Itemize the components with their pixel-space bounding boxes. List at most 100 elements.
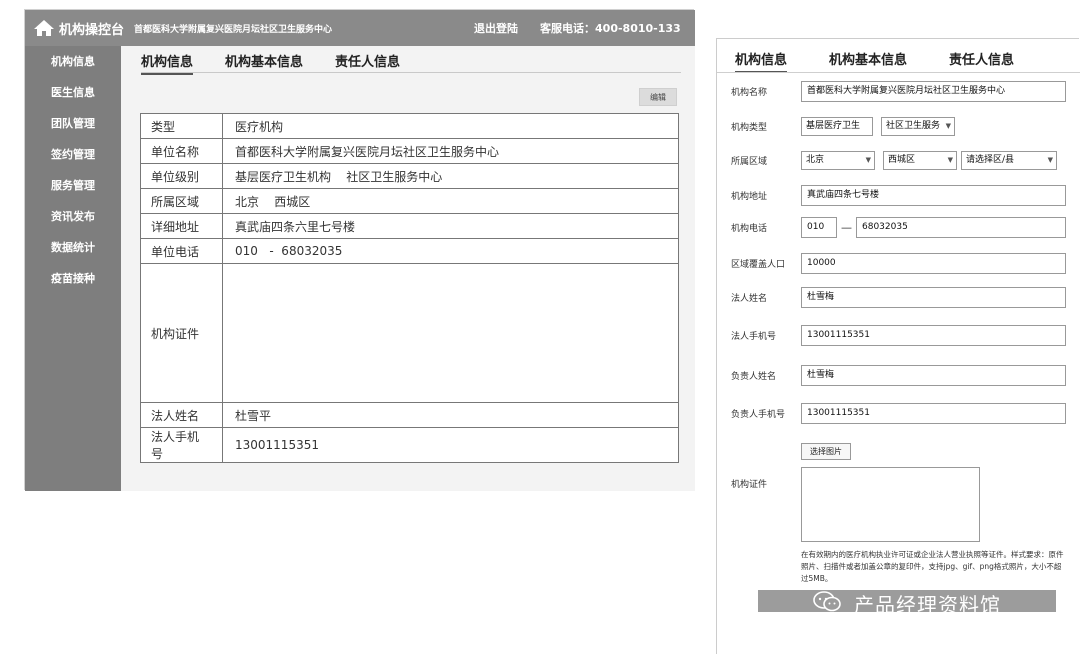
legal-name-value: 杜雪平 bbox=[222, 402, 679, 428]
phone-label: 单位电话 bbox=[140, 238, 223, 264]
phone-dash: — bbox=[841, 221, 852, 234]
tab-bar: 机构信息 机构基本信息 责任人信息 bbox=[735, 49, 1056, 73]
address-value: 真武庙四条六里七号楼 bbox=[222, 213, 679, 239]
type-label: 机构类型 bbox=[731, 123, 768, 133]
district-value: 西城区 bbox=[888, 155, 916, 165]
legal-name-input[interactable]: 杜雪梅 bbox=[801, 287, 1066, 308]
chevron-down-icon: ▼ bbox=[1047, 156, 1053, 164]
home-icon[interactable] bbox=[33, 19, 55, 37]
certificate-upload-area[interactable] bbox=[801, 467, 980, 542]
table-row: 单位电话 010 - 68032035 bbox=[140, 238, 679, 264]
type-select-primary-value: 基层医疗卫生 bbox=[806, 121, 861, 131]
edit-form-panel: 机构信息 机构基本信息 责任人信息 机构名称 首都医科大学附属复兴医院月坛社区卫… bbox=[716, 38, 1080, 654]
form-row-address: 机构地址 真武庙四条七号楼 bbox=[731, 185, 1066, 206]
tab-divider bbox=[717, 72, 1080, 73]
table-row: 类型 医疗机构 bbox=[140, 113, 679, 139]
type-select-secondary[interactable]: 社区卫生服务 ▼ bbox=[881, 117, 955, 136]
table-row: 单位级别 基层医疗卫生机构 社区卫生服务中心 bbox=[140, 163, 679, 189]
address-label: 机构地址 bbox=[731, 192, 768, 202]
chevron-down-icon: ▼ bbox=[945, 122, 951, 130]
main-content: 机构信息 机构基本信息 责任人信息 编辑 类型 医疗机构 单位名称 首都医科大学… bbox=[121, 46, 695, 491]
chevron-down-icon: ▼ bbox=[947, 156, 953, 164]
county-placeholder: 请选择区/县 bbox=[966, 155, 1015, 165]
edit-button[interactable]: 编辑 bbox=[639, 88, 677, 106]
form-row-legal-phone: 法人手机号 13001115351 bbox=[731, 325, 1066, 346]
owner-name-input[interactable]: 杜雪梅 bbox=[801, 365, 1066, 386]
type-select-primary[interactable]: 基层医疗卫生 bbox=[801, 117, 873, 136]
phone-label: 机构电话 bbox=[731, 224, 768, 234]
county-select[interactable]: 请选择区/县 ▼ bbox=[961, 151, 1057, 170]
info-table: 类型 医疗机构 单位名称 首都医科大学附属复兴医院月坛社区卫生服务中心 单位级别… bbox=[140, 113, 679, 463]
name-input[interactable]: 首都医科大学附属复兴医院月坛社区卫生服务中心 bbox=[801, 81, 1066, 102]
form-row-legal-name: 法人姓名 杜雪梅 bbox=[731, 287, 1066, 308]
choose-image-button[interactable]: 选择图片 bbox=[801, 443, 851, 460]
hotline-text: 客服电话：400-8010-133 bbox=[540, 22, 681, 35]
province-value: 北京 bbox=[806, 155, 825, 165]
sidebar-item-contract-management[interactable]: 签约管理 bbox=[25, 139, 121, 170]
table-row: 法人姓名 杜雪平 bbox=[140, 402, 679, 428]
area-code-input[interactable]: 010 bbox=[801, 217, 837, 238]
sidebar-item-team-management[interactable]: 团队管理 bbox=[25, 108, 121, 139]
population-label: 区域覆盖人口 bbox=[731, 260, 786, 270]
legal-phone-input[interactable]: 13001115351 bbox=[801, 325, 1066, 346]
form-row-population: 区域覆盖人口 10000 bbox=[731, 253, 1066, 274]
chevron-down-icon: ▼ bbox=[865, 156, 871, 164]
form-row-owner-name: 负责人姓名 杜雪梅 bbox=[731, 365, 1066, 386]
unit-level-value: 基层医疗卫生机构 社区卫生服务中心 bbox=[222, 163, 679, 189]
table-row: 法人手机号 13001115351 bbox=[140, 427, 679, 463]
owner-phone-input[interactable]: 13001115351 bbox=[801, 403, 1066, 424]
sidebar: 机构信息 医生信息 团队管理 签约管理 服务管理 资讯发布 数据统计 疫苗接种 bbox=[25, 46, 121, 491]
form-row-region: 所属区域 北京 ▼ 西城区 ▼ 请选择区/县 ▼ bbox=[731, 151, 1057, 170]
population-input[interactable]: 10000 bbox=[801, 253, 1066, 274]
legal-name-label: 法人姓名 bbox=[140, 402, 223, 428]
sidebar-item-service-management[interactable]: 服务管理 bbox=[25, 170, 121, 201]
unit-name-label: 单位名称 bbox=[140, 138, 223, 164]
type-select-secondary-value: 社区卫生服务 bbox=[886, 121, 941, 131]
legal-phone-label: 法人手机号 bbox=[731, 332, 777, 342]
type-label: 类型 bbox=[140, 113, 223, 139]
unit-name-value: 首都医科大学附属复兴医院月坛社区卫生服务中心 bbox=[222, 138, 679, 164]
table-row: 详细地址 真武庙四条六里七号楼 bbox=[140, 213, 679, 239]
form-row-phone: 机构电话 010 — 68032035 bbox=[731, 217, 1066, 238]
region-value: 北京 西城区 bbox=[222, 188, 679, 214]
display-panel: 机构操控台 首都医科大学附属复兴医院月坛社区卫生服务中心 退出登陆 客服电话：4… bbox=[24, 9, 695, 491]
province-select[interactable]: 北京 ▼ bbox=[801, 151, 875, 170]
form-row-type: 机构类型 基层医疗卫生 社区卫生服务 ▼ bbox=[731, 117, 955, 136]
top-bar: 机构操控台 首都医科大学附属复兴医院月坛社区卫生服务中心 退出登陆 客服电话：4… bbox=[25, 10, 695, 46]
legal-phone-label: 法人手机号 bbox=[140, 427, 223, 463]
watermark-text: 产品经理资料馆 bbox=[854, 593, 1001, 617]
tab-basic-info[interactable]: 机构基本信息 bbox=[829, 49, 907, 73]
certificate-value bbox=[222, 263, 679, 403]
sidebar-item-statistics[interactable]: 数据统计 bbox=[25, 232, 121, 263]
owner-name-label: 负责人姓名 bbox=[731, 372, 777, 382]
phone-number-input[interactable]: 68032035 bbox=[856, 217, 1066, 238]
legal-phone-value: 13001115351 bbox=[222, 427, 679, 463]
district-select[interactable]: 西城区 ▼ bbox=[883, 151, 957, 170]
certificate-label: 机构证件 bbox=[731, 480, 768, 490]
sidebar-item-institution-info[interactable]: 机构信息 bbox=[25, 46, 121, 77]
phone-value: 010 - 68032035 bbox=[222, 238, 679, 264]
table-row: 机构证件 bbox=[140, 263, 679, 403]
wechat-icon bbox=[813, 591, 841, 612]
region-label: 所属区域 bbox=[140, 188, 223, 214]
sidebar-item-doctor-info[interactable]: 医生信息 bbox=[25, 77, 121, 108]
address-input[interactable]: 真武庙四条七号楼 bbox=[801, 185, 1066, 206]
watermark-banner: 产品经理资料馆 bbox=[758, 590, 1056, 617]
table-row: 所属区域 北京 西城区 bbox=[140, 188, 679, 214]
certificate-note: 在有效期内的医疗机构执业许可证或企业法人营业执照等证件。样式要求：原件照片、扫描… bbox=[801, 550, 1064, 583]
region-label: 所属区域 bbox=[731, 157, 768, 167]
center-name: 首都医科大学附属复兴医院月坛社区卫生服务中心 bbox=[134, 24, 333, 35]
tab-divider bbox=[141, 72, 681, 73]
form-row-owner-phone: 负责人手机号 13001115351 bbox=[731, 403, 1066, 424]
unit-level-label: 单位级别 bbox=[140, 163, 223, 189]
sidebar-item-vaccination[interactable]: 疫苗接种 bbox=[25, 263, 121, 294]
type-value: 医疗机构 bbox=[222, 113, 679, 139]
tab-responsible-info[interactable]: 责任人信息 bbox=[949, 49, 1014, 73]
legal-name-label: 法人姓名 bbox=[731, 294, 768, 304]
table-row: 单位名称 首都医科大学附属复兴医院月坛社区卫生服务中心 bbox=[140, 138, 679, 164]
certificate-label: 机构证件 bbox=[140, 263, 223, 403]
sidebar-item-news-publish[interactable]: 资讯发布 bbox=[25, 201, 121, 232]
logout-link[interactable]: 退出登陆 bbox=[474, 20, 518, 36]
console-title: 机构操控台 bbox=[59, 22, 125, 38]
tab-institution-info[interactable]: 机构信息 bbox=[735, 49, 788, 73]
